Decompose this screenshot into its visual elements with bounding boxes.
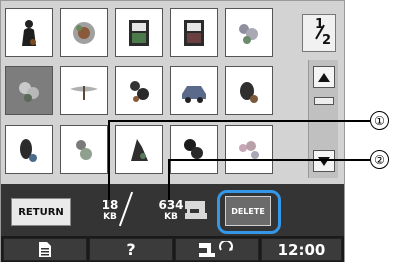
bottom-bar: ? 12:00 [1,236,344,262]
callout-2-leader [168,159,170,200]
frame-embroidery-pattern-icon [184,19,204,46]
scroll-up-button[interactable] [313,66,335,88]
triangle-up-icon [318,72,330,82]
flower-figure-pattern-icon [20,138,37,162]
page-indicator: 1 2 [302,14,336,52]
dragonfly-pattern-icon [70,85,98,100]
return-button[interactable]: RETURN [11,198,71,226]
pattern-info-button[interactable] [3,238,87,261]
triangle-down-icon [318,156,330,166]
pattern-cell[interactable] [5,125,53,174]
pattern-cell[interactable] [115,125,163,174]
frame-embroidery-pattern-icon [129,19,149,46]
pattern-cell[interactable] [225,66,273,115]
help-button[interactable]: ? [89,238,173,261]
pattern-selection-screen: 1 2 RETURN 18 KB 634 KB DELETE ? 12:00 [0,0,345,262]
document-icon [39,242,51,257]
delete-button[interactable]: DELETE [225,196,271,226]
pattern-cell[interactable] [60,8,108,57]
clock-display: 12:00 [261,238,342,261]
pattern-size-unit: KB [103,212,117,222]
butterfly-pattern-icon [184,138,203,159]
callout-1-line [108,120,370,122]
floral-bouquet-pattern-icon [19,81,39,102]
pattern-cell[interactable] [225,125,273,174]
floral-spray-pattern-icon [239,140,259,159]
floral-spray-pattern-icon [239,23,258,44]
scroll-thumb[interactable] [314,97,334,105]
pattern-cell[interactable] [60,66,108,115]
round-flower-pattern-icon [73,21,95,44]
pattern-grid [5,8,273,174]
page-total: 2 [322,33,332,48]
rider-pattern-icon [131,138,148,161]
scroll-down-button[interactable] [313,150,335,172]
pattern-cell[interactable] [170,8,218,57]
floral-cluster-pattern-icon [76,139,92,160]
callout-1-marker: ① [370,111,389,130]
animal-cluster-pattern-icon [130,80,149,102]
car-pattern-icon [182,85,206,103]
pattern-cell-selected[interactable] [5,66,53,115]
pattern-cell[interactable] [170,125,218,174]
pattern-cell[interactable] [225,8,273,57]
bird-pattern-icon [240,81,258,103]
pattern-cell[interactable] [5,8,53,57]
pattern-cell[interactable] [60,125,108,174]
pattern-size-value: 18 [101,198,119,212]
sewing-machine-icon [185,201,207,219]
machine-setting-button[interactable] [175,238,259,261]
callout-2-line [168,159,370,161]
girl-silhouette-pattern-icon [22,19,36,46]
pattern-cell[interactable] [170,66,218,115]
action-bar: RETURN 18 KB 634 KB DELETE [1,184,344,236]
embroidery-machine-icon [199,240,233,257]
callout-1-leader [108,120,110,200]
pattern-size-readout: 18 KB [97,198,123,222]
pattern-cell[interactable] [115,66,163,115]
callout-2-marker: ② [370,150,389,169]
pattern-cell[interactable] [115,8,163,57]
